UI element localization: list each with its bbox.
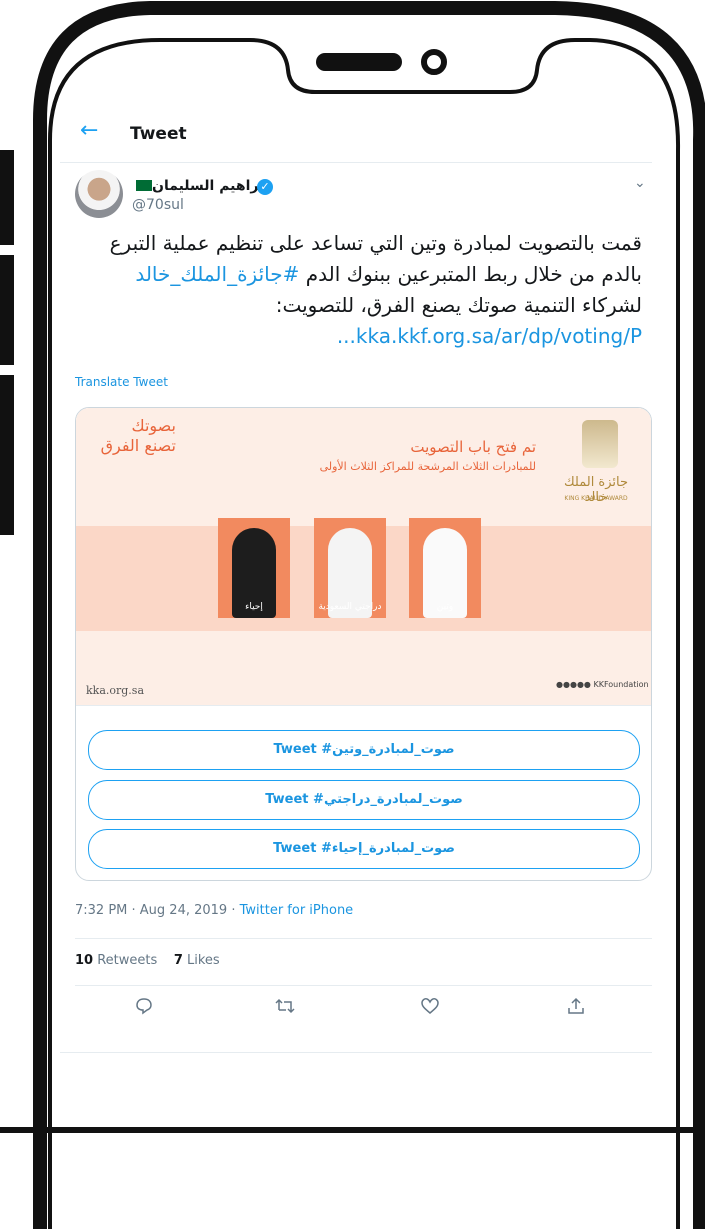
tweet-text-part2: لشركاء التنمية صوتك يصنع الفرق، للتصويت: [275, 293, 642, 317]
card-divider [76, 705, 651, 706]
share-icon[interactable] [566, 996, 586, 1021]
like-icon[interactable] [420, 996, 440, 1021]
divider [75, 985, 652, 986]
card-socials: ●●●●● KKFoundation [556, 680, 649, 689]
card-image-bottom [76, 631, 651, 705]
page-title: Tweet [130, 124, 187, 144]
tweet-card[interactable]: بصوتك تصنع الفرق تم فتح باب التصويت للمب… [75, 407, 652, 881]
source-link[interactable]: Twitter for iPhone [240, 903, 354, 918]
retweets-label[interactable]: Retweets [97, 953, 157, 968]
header-divider [60, 162, 652, 163]
initiative-2-label: دراجتي السعودية [318, 602, 382, 612]
saudi-flag-icon [136, 180, 152, 191]
translate-tweet-link[interactable]: Translate Tweet [75, 375, 168, 389]
slogan-line-2: تصنع الفرق [100, 436, 176, 455]
author-name[interactable]: إبراهيم السليمان [152, 178, 269, 194]
card-subheading: للمبادرات الثلاث المرشحة للمراكز الثلاث … [319, 460, 536, 473]
header: ← Tweet [60, 100, 652, 162]
tweet-meta: 7:32 PM · Aug 24, 2019 · Twitter for iPh… [75, 903, 353, 918]
card-site-text: kka.org.sa [86, 684, 145, 697]
slogan-line-1: بصوتك [131, 416, 176, 435]
poll-option-3-button[interactable]: صوت_لمبادرة_إحياء# Tweet [88, 829, 640, 869]
arrow-left-icon[interactable]: ← [80, 118, 98, 143]
url-link[interactable]: kka.kkf.org.sa/ar/dp/voting/P... [337, 324, 642, 348]
timestamp[interactable]: 7:32 PM · Aug 24, 2019 [75, 903, 227, 918]
card-image[interactable]: بصوتك تصنع الفرق تم فتح باب التصويت للمب… [76, 408, 651, 705]
retweets-count[interactable]: 10 [75, 953, 93, 968]
divider [60, 1052, 652, 1053]
author-handle[interactable]: @70sul [132, 197, 184, 213]
card-heading: تم فتح باب التصويت [410, 438, 536, 456]
tweet-text: قمت بالتصويت لمبادرة وتين التي تساعد على… [75, 228, 642, 352]
likes-count[interactable]: 7 [174, 953, 183, 968]
tweet-stats: 10 Retweets 7 Likes [75, 953, 220, 968]
avatar[interactable] [75, 170, 123, 218]
meta-separator: · [227, 903, 240, 918]
initiative-1-label: إحياء [245, 602, 263, 612]
likes-label[interactable]: Likes [187, 953, 220, 968]
poll-option-1-button[interactable]: صوت_لمبادرة_وتين# Tweet [88, 730, 640, 770]
chevron-down-icon[interactable]: ⌄ [634, 175, 646, 191]
hashtag-link[interactable]: #جائزة_الملك_خالد [135, 262, 299, 286]
reply-icon[interactable] [134, 996, 154, 1021]
retweet-icon[interactable] [274, 996, 296, 1021]
tweet-screen: ← Tweet إبراهيم السليمان ✓ @70sul ⌄ قمت … [60, 100, 652, 1080]
award-name-en: KING KHALID AWARD [564, 495, 628, 502]
verified-icon: ✓ [257, 179, 273, 195]
divider [75, 938, 652, 939]
initiative-3-label: وتين [436, 602, 454, 612]
card-slogan: بصوتك تصنع الفرق [86, 416, 176, 456]
poll-option-2-button[interactable]: صوت_لمبادرة_دراجتي# Tweet [88, 780, 640, 820]
social-handle: KKFoundation [593, 680, 649, 689]
award-crest-icon [582, 420, 618, 468]
